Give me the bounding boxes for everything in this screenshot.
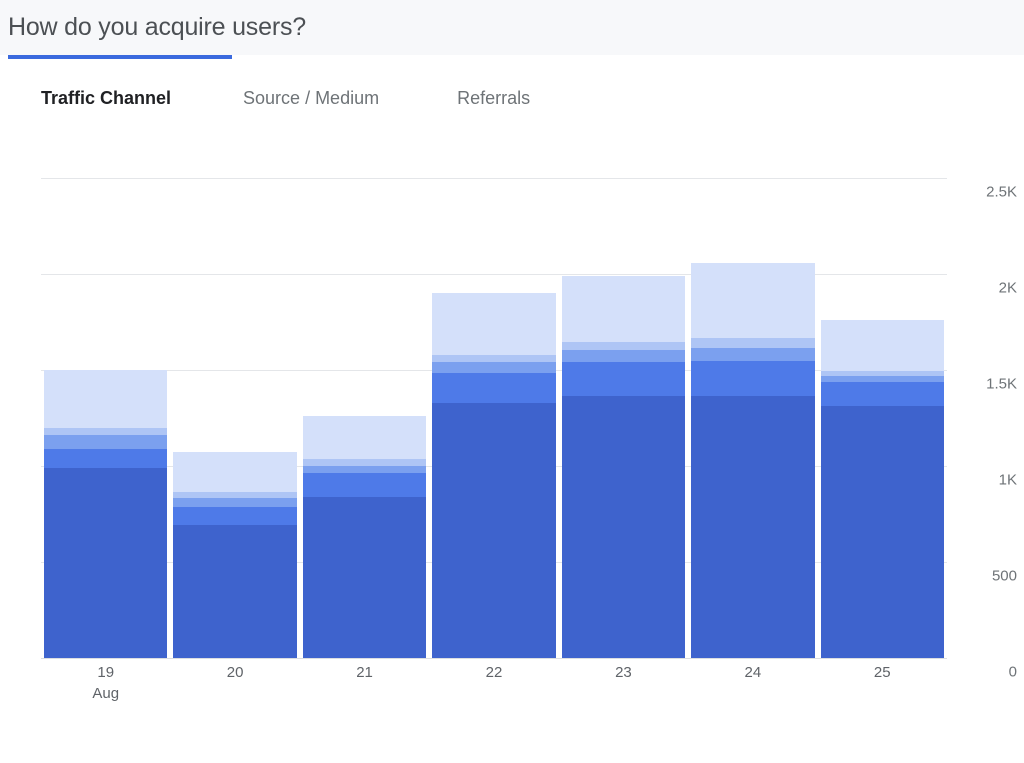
bar-segment-referral[interactable] — [432, 355, 555, 363]
y-axis-tick-label: 0 — [955, 664, 1017, 681]
bar-group — [41, 178, 947, 658]
tab-traffic-channel[interactable]: Traffic Channel — [41, 88, 171, 109]
x-axis-tick-day: 25 — [874, 664, 891, 681]
bar-segment-direct[interactable] — [691, 361, 814, 396]
bar-segment-paid-search[interactable] — [691, 348, 814, 361]
stacked-bar-chart: 05001K1.5K2K2.5K 19Aug202122232425 Organ… — [0, 137, 1024, 763]
bar-segment-direct[interactable] — [173, 507, 296, 524]
bar-column[interactable] — [44, 370, 167, 658]
x-axis-tick-day: 22 — [486, 664, 503, 681]
y-axis-tick-label: 2.5K — [955, 184, 1017, 201]
y-axis-tick-label: 1.5K — [955, 376, 1017, 393]
panel-header: How do you acquire users? — [0, 0, 1024, 55]
bar-segment-other[interactable] — [173, 452, 296, 492]
bar-column[interactable] — [691, 262, 814, 658]
x-axis-tick-day: 20 — [227, 664, 244, 681]
chart-plot-area — [41, 178, 947, 658]
bar-column[interactable] — [173, 452, 296, 658]
bar-segment-referral[interactable] — [562, 342, 685, 350]
bar-segment-organic-search[interactable] — [432, 403, 555, 658]
bar-segment-direct[interactable] — [44, 449, 167, 468]
bar-segment-other[interactable] — [821, 320, 944, 371]
bar-segment-referral[interactable] — [303, 459, 426, 466]
bar-segment-paid-search[interactable] — [44, 435, 167, 448]
bar-column[interactable] — [821, 320, 944, 658]
x-axis-tick-day: 24 — [745, 664, 762, 681]
x-axis-tick-day: 21 — [356, 664, 373, 681]
bar-segment-other[interactable] — [691, 263, 814, 339]
bar-segment-organic-search[interactable] — [821, 406, 944, 658]
x-axis-tick-label: 20 — [170, 664, 299, 681]
tab-source-medium[interactable]: Source / Medium — [243, 88, 379, 109]
y-axis-tick-label: 2K — [955, 280, 1017, 297]
x-axis-tick-day: 23 — [615, 664, 632, 681]
x-axis-tick-day: 19 — [97, 664, 114, 681]
bar-segment-other[interactable] — [303, 416, 426, 459]
bar-segment-other[interactable] — [562, 276, 685, 342]
bar-segment-paid-search[interactable] — [562, 350, 685, 362]
x-axis-tick-label: 23 — [559, 664, 688, 681]
bar-segment-paid-search[interactable] — [432, 362, 555, 373]
tab-list: Traffic Channel Source / Medium Referrals — [0, 59, 530, 137]
bar-segment-direct[interactable] — [821, 382, 944, 407]
x-axis-tick-month: Aug — [41, 685, 170, 702]
y-axis-tick-label: 500 — [955, 568, 1017, 585]
bar-segment-organic-search[interactable] — [303, 497, 426, 658]
bar-column[interactable] — [562, 276, 685, 658]
bar-segment-direct[interactable] — [562, 362, 685, 396]
page-title: How do you acquire users? — [0, 13, 306, 42]
x-axis-tick-label: 25 — [818, 664, 947, 681]
bar-segment-referral[interactable] — [691, 338, 814, 348]
bar-segment-paid-search[interactable] — [173, 498, 296, 508]
tab-bar: Traffic Channel Source / Medium Referrals — [0, 55, 1024, 137]
bar-segment-direct[interactable] — [432, 373, 555, 403]
bar-column[interactable] — [303, 416, 426, 658]
gridline — [41, 658, 947, 659]
x-axis-tick-label: 19 Aug — [41, 664, 170, 702]
y-axis-tick-label: 1K — [955, 472, 1017, 489]
bar-segment-other[interactable] — [432, 293, 555, 354]
bar-segment-organic-search[interactable] — [173, 525, 296, 658]
bar-segment-referral[interactable] — [44, 428, 167, 436]
bar-segment-organic-search[interactable] — [562, 396, 685, 658]
bar-segment-organic-search[interactable] — [44, 468, 167, 658]
acquisition-report-panel: How do you acquire users? Traffic Channe… — [0, 0, 1024, 763]
bar-segment-organic-search[interactable] — [691, 396, 814, 658]
x-axis-tick-label: 24 — [688, 664, 817, 681]
bar-column[interactable] — [432, 293, 555, 658]
bar-segment-paid-search[interactable] — [303, 466, 426, 473]
x-axis-tick-label: 21 — [300, 664, 429, 681]
bar-segment-other[interactable] — [44, 370, 167, 428]
tab-referrals[interactable]: Referrals — [457, 88, 530, 109]
x-axis-tick-label: 22 — [429, 664, 558, 681]
bar-segment-direct[interactable] — [303, 473, 426, 497]
x-axis-labels: 19 Aug 20 21 22 23 24 25 — [41, 664, 947, 720]
